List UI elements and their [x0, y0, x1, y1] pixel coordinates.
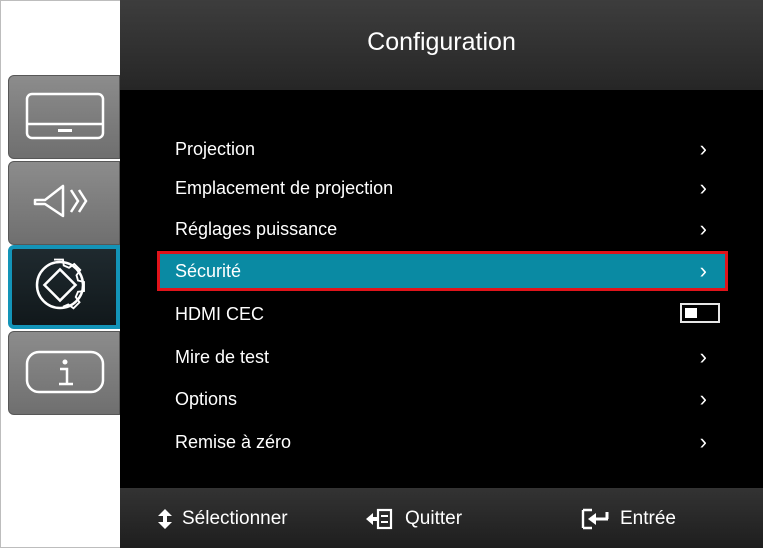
menu-item-label: Mire de test [175, 347, 270, 367]
tab-audio[interactable] [8, 161, 120, 245]
footer-enter-hint: Entrée [580, 508, 676, 530]
menu-item-label: HDMI CEC [175, 304, 264, 324]
display-icon [25, 92, 105, 140]
chevron-right-icon: › [699, 386, 707, 411]
footer-select-label: Sélectionner [182, 508, 288, 529]
tab-setup[interactable] [8, 245, 120, 329]
menu-item-reset[interactable]: Remise à zéro › [160, 425, 725, 459]
chevron-right-icon: › [699, 136, 707, 161]
up-down-arrow-icon [158, 509, 172, 529]
title-bar: Configuration [120, 0, 763, 90]
footer-bar: Sélectionner Quitter Entrée [120, 488, 763, 548]
menu-item-power[interactable]: Réglages puissance › [160, 212, 725, 246]
menu-item-label: Remise à zéro [175, 432, 292, 452]
menu-item-label: Emplacement de projection [175, 178, 394, 198]
chevron-right-icon: › [699, 429, 707, 454]
footer-quit-hint: Quitter [365, 508, 462, 530]
hdmi-cec-toggle[interactable] [680, 303, 720, 323]
menu-item-label: Réglages puissance [175, 219, 338, 239]
footer-quit-label: Quitter [405, 508, 463, 529]
menu-item-security[interactable]: Sécurité › [157, 251, 728, 291]
menu-item-label: Sécurité [175, 261, 242, 281]
menu-item-emplacement[interactable]: Emplacement de projection › [160, 171, 725, 205]
menu-item-label: Projection [175, 139, 256, 159]
menu-item-label: Options [175, 389, 238, 409]
footer-enter-label: Entrée [620, 508, 676, 529]
chevron-right-icon: › [699, 175, 707, 200]
chevron-right-icon: › [699, 344, 707, 369]
settings-gear-icon [35, 258, 85, 310]
exit-icon [366, 508, 393, 530]
osd-panel: Configuration Projection › Emplacement d… [120, 0, 763, 548]
tab-display[interactable] [8, 75, 120, 159]
page-title: Configuration [367, 28, 516, 56]
footer-select-hint: Sélectionner [158, 508, 288, 530]
tab-info[interactable] [8, 331, 120, 415]
settings-menu: Projection › Emplacement de projection ›… [120, 90, 763, 488]
enter-icon [581, 508, 609, 530]
menu-item-options[interactable]: Options › [160, 382, 725, 416]
info-icon [25, 350, 105, 394]
menu-item-projection[interactable]: Projection › [160, 132, 725, 166]
chevron-right-icon: › [699, 216, 707, 241]
toggle-knob [685, 308, 697, 318]
menu-item-hdmi-cec[interactable]: HDMI CEC [160, 297, 725, 331]
audio-icon [33, 184, 88, 218]
chevron-right-icon: › [699, 258, 707, 283]
menu-item-test-pattern[interactable]: Mire de test › [160, 340, 725, 374]
